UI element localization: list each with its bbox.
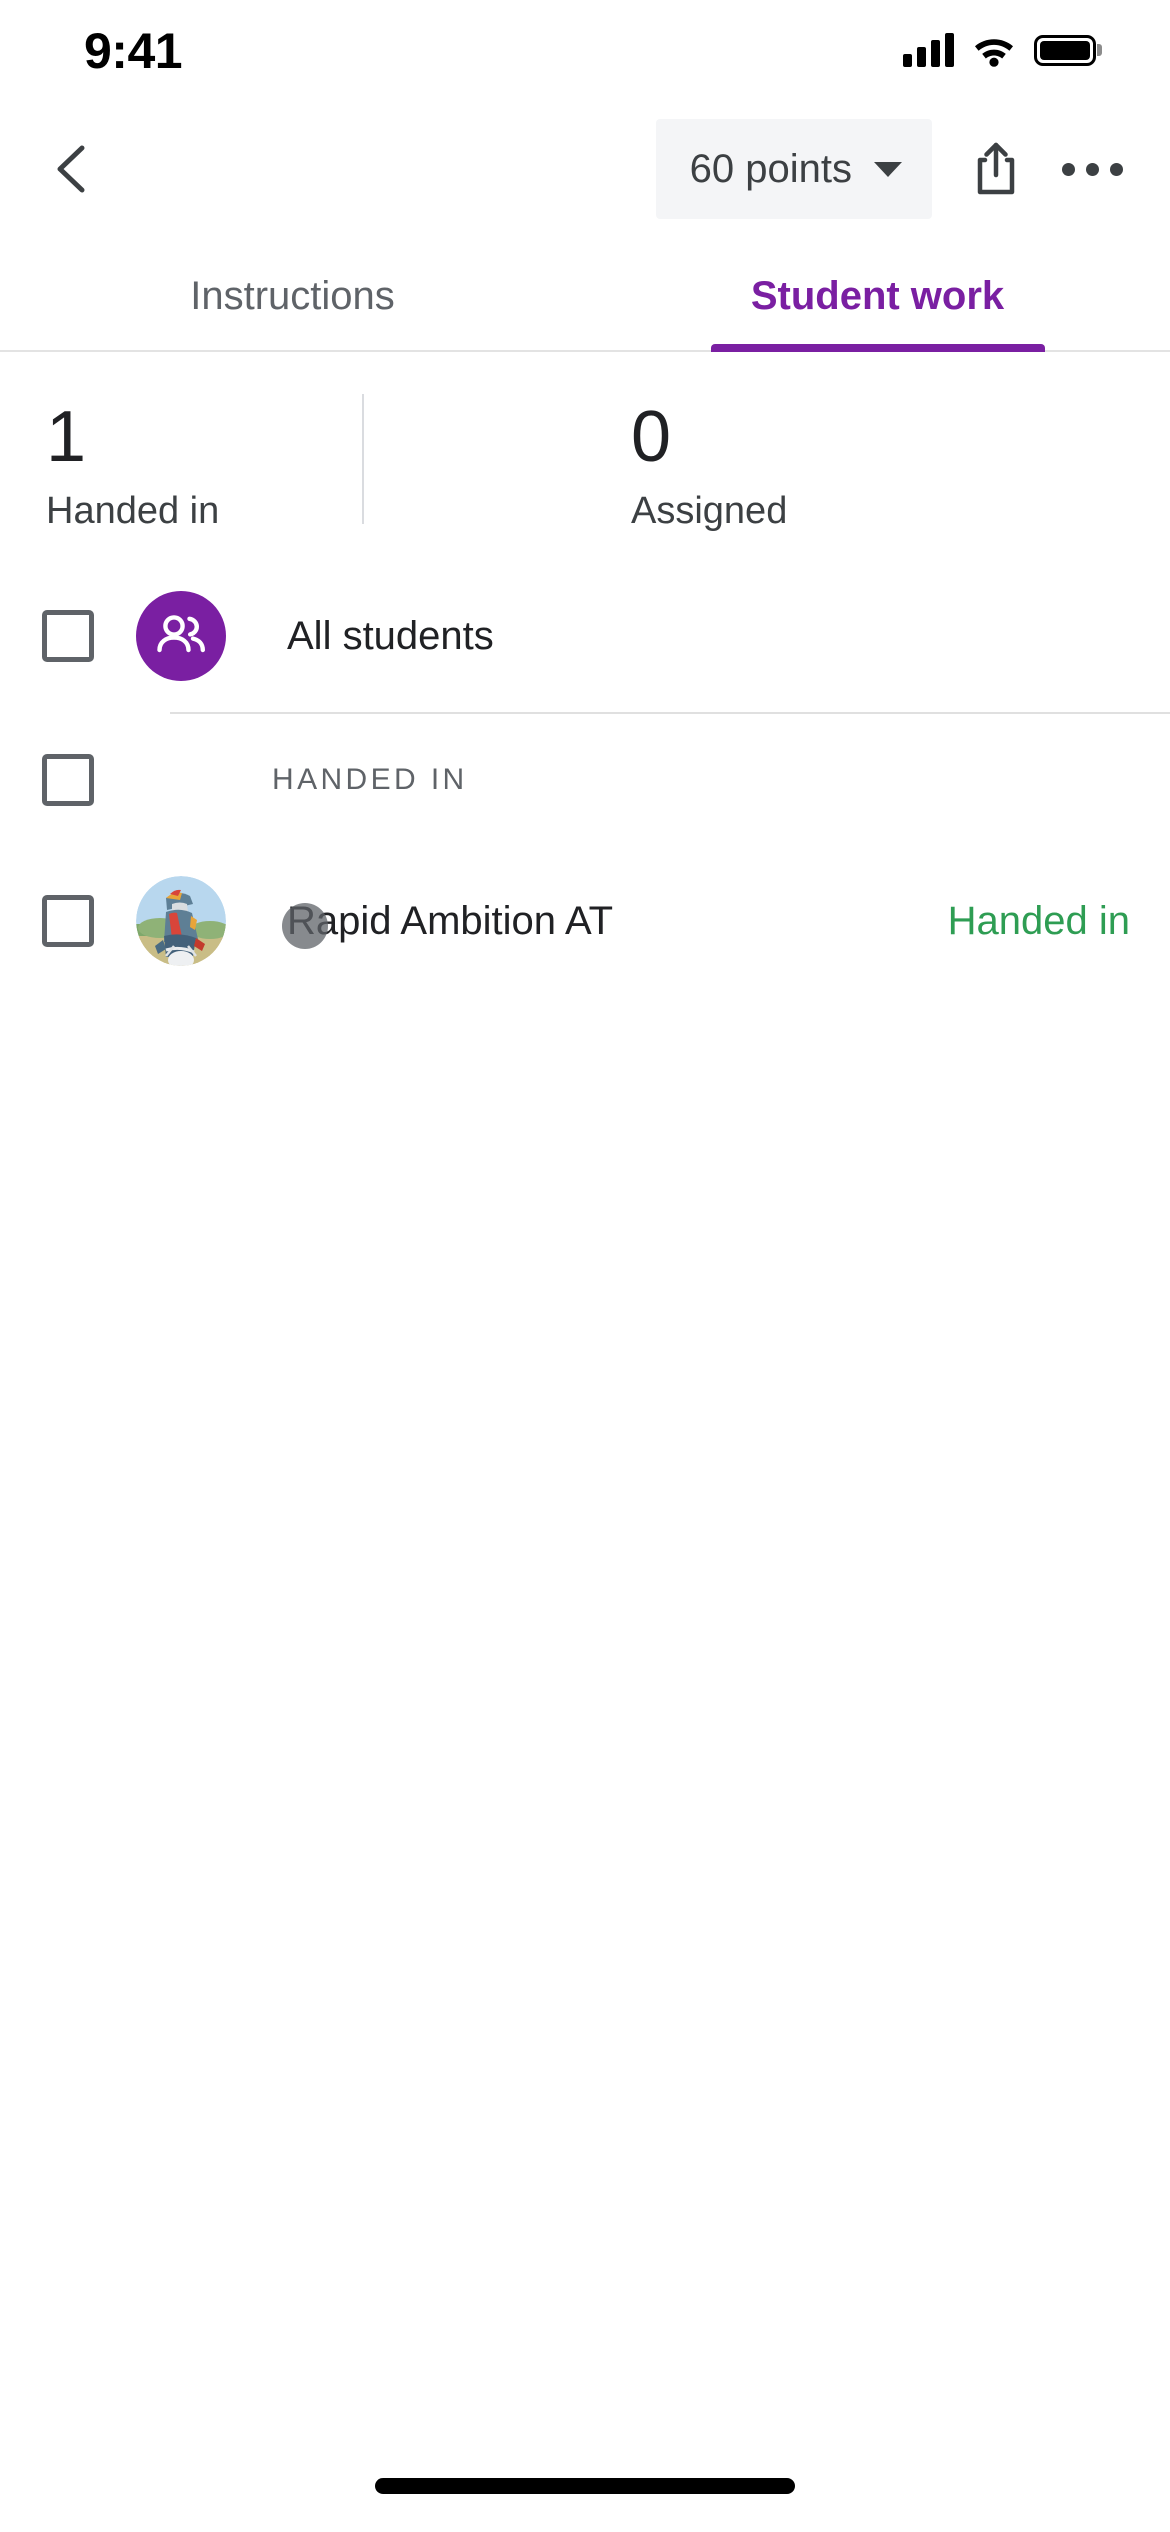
home-indicator-area bbox=[0, 2440, 1170, 2532]
back-chevron-icon bbox=[57, 145, 85, 193]
share-icon bbox=[977, 142, 1015, 195]
list-section-handed-in[interactable]: HANDED IN bbox=[0, 714, 1170, 846]
student-status-badge: Handed in bbox=[947, 898, 1130, 943]
student-list: All students HANDED IN Rapid Ambition AT… bbox=[0, 560, 1170, 2440]
all-students-label: All students bbox=[287, 613, 494, 658]
people-group-icon bbox=[157, 614, 205, 652]
student-photo-avatar bbox=[136, 875, 226, 966]
back-button[interactable] bbox=[26, 121, 122, 217]
more-options-icon bbox=[1061, 162, 1123, 176]
share-button[interactable] bbox=[948, 121, 1044, 217]
stat-assigned-value: 0 bbox=[631, 397, 672, 477]
stat-assigned: 0 Assigned bbox=[585, 397, 1170, 532]
student-avatar bbox=[136, 875, 226, 966]
stat-handed-in-label: Handed in bbox=[46, 489, 220, 532]
tab-student-work[interactable]: Student work bbox=[585, 242, 1170, 350]
handed-in-section-title: HANDED IN bbox=[272, 762, 468, 796]
stat-handed-in-value: 1 bbox=[46, 397, 87, 477]
tab-instructions-label: Instructions bbox=[190, 274, 395, 318]
student-checkbox-cell bbox=[0, 846, 136, 996]
phone-screen: 9:41 60 points Instructions Student work… bbox=[0, 0, 1170, 2532]
student-name: Rapid Ambition AT bbox=[287, 898, 614, 943]
work-summary-stats: 1 Handed in 0 Assigned bbox=[0, 352, 1170, 560]
all-students-checkbox-cell bbox=[0, 560, 136, 712]
tab-student-work-label: Student work bbox=[750, 274, 1005, 318]
status-bar-icons bbox=[903, 29, 1096, 67]
student-checkbox[interactable] bbox=[42, 894, 94, 947]
all-students-checkbox[interactable] bbox=[42, 609, 94, 662]
status-bar-time: 9:41 bbox=[84, 23, 183, 79]
wifi-icon bbox=[975, 39, 1013, 67]
list-item-all-students[interactable]: All students bbox=[0, 560, 1170, 712]
stat-assigned-label: Assigned bbox=[631, 489, 788, 532]
status-bar: 9:41 bbox=[0, 0, 1170, 96]
handed-in-section-checkbox[interactable] bbox=[42, 753, 94, 806]
caret-down-icon bbox=[874, 161, 902, 177]
app-bar: 60 points bbox=[0, 96, 1170, 242]
all-students-avatar bbox=[136, 590, 226, 681]
battery-icon bbox=[1034, 34, 1096, 66]
stat-handed-in: 1 Handed in bbox=[0, 397, 585, 532]
more-options-button[interactable] bbox=[1044, 121, 1140, 217]
list-empty-space bbox=[0, 996, 1170, 2440]
cellular-signal-icon bbox=[903, 33, 954, 67]
stats-divider bbox=[362, 394, 364, 524]
points-dropdown[interactable]: 60 points bbox=[655, 119, 932, 219]
points-value-label: 60 points bbox=[689, 147, 852, 191]
tab-bar: Instructions Student work bbox=[0, 242, 1170, 352]
tab-instructions[interactable]: Instructions bbox=[0, 242, 585, 350]
section-checkbox-cell bbox=[0, 714, 136, 846]
list-item-student[interactable]: Rapid Ambition AT Handed in bbox=[0, 846, 1170, 996]
home-indicator[interactable] bbox=[375, 2478, 795, 2494]
